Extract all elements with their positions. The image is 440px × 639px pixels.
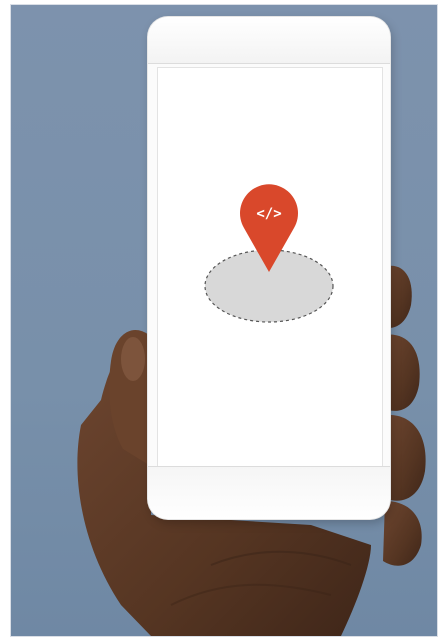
photo-background: </> [10,4,438,637]
location-illustration: </> [204,184,334,323]
phone-bottom-bezel [148,466,390,519]
code-brackets-icon: </> [256,206,281,222]
phone-screen: </> [157,67,383,467]
phone-top-bezel [148,17,390,64]
smartphone: </> [148,17,390,519]
